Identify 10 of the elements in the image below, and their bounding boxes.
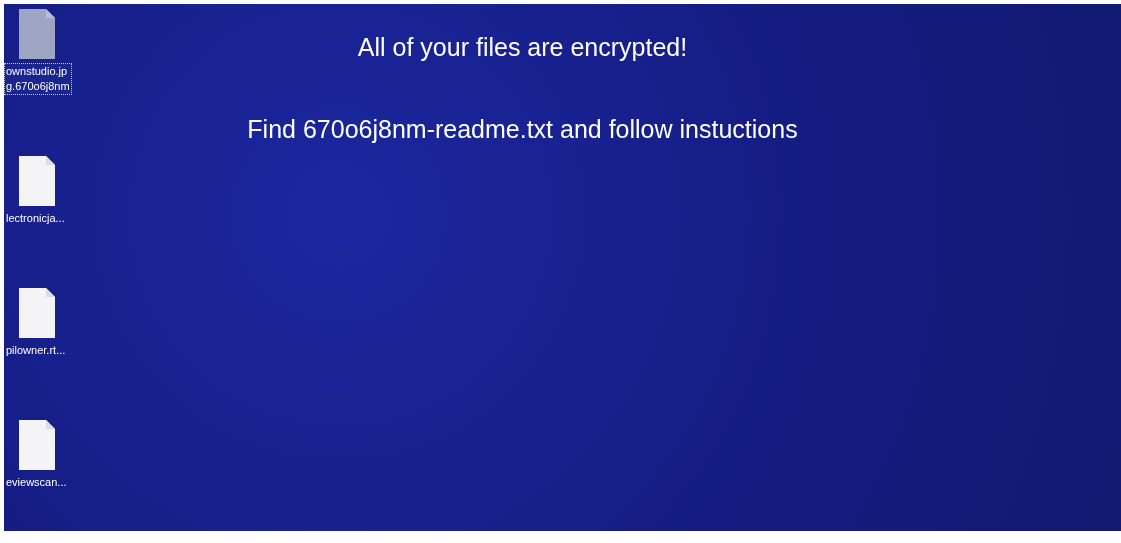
file-name: lectronicja... [5,211,66,226]
desktop-icon[interactable]: eviewscan... [4,419,84,491]
ransom-message: Find 670o6j8nm-readme.txt and follow instuctions [247,114,798,144]
ransom-message: All of your files are encrypted! [357,32,688,62]
desktop-icon[interactable]: lectronicja... [4,155,84,227]
file-name: pilowner.rt... [5,343,67,358]
desktop-icon[interactable]: ownstudio.jp g.670o6j8nm [4,8,84,95]
file-name: eviewscan... [5,475,68,490]
file-name: ownstudio.jp g.670o6j8nm [4,63,72,95]
desktop-icon[interactable]: pilowner.rt... [4,287,84,359]
